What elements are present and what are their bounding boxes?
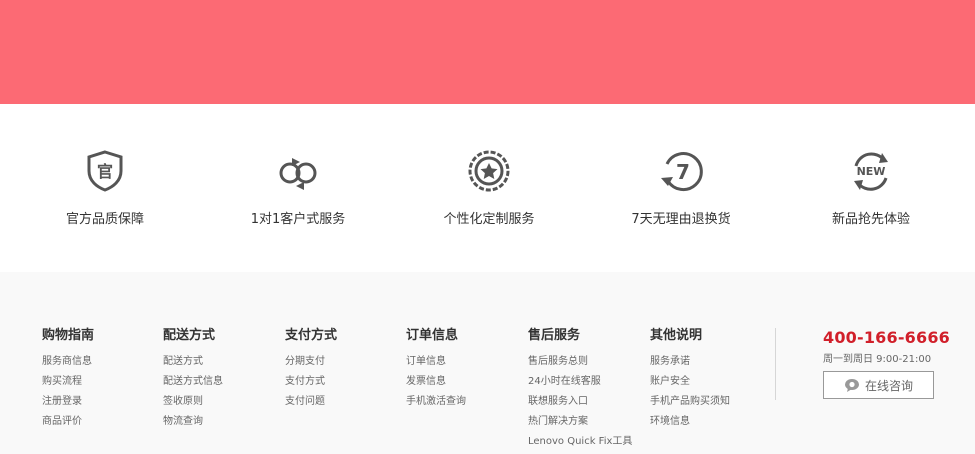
footer-link[interactable]: 服务商信息 <box>42 352 94 372</box>
svg-text:NEW: NEW <box>857 165 886 178</box>
top-banner <box>0 0 975 104</box>
service-features: 官 官方品质保障 1对1客户式服务 个性化定制服务 7 7天无理由退换货 NEW… <box>0 104 975 272</box>
chat-bubble-icon <box>844 379 859 392</box>
feature-label: 新品抢先体验 <box>831 212 910 227</box>
footer-link[interactable]: 订单信息 <box>406 352 466 372</box>
footer-link[interactable]: 支付问题 <box>285 392 337 412</box>
footer-link[interactable]: 发票信息 <box>406 372 466 392</box>
seven-day-return-icon: 7 <box>661 152 703 192</box>
feature-label: 7天无理由退换货 <box>631 212 731 227</box>
footer-link[interactable]: 购买流程 <box>42 372 94 392</box>
footer-col-title: 支付方式 <box>285 328 338 343</box>
footer-col-title: 购物指南 <box>42 328 95 343</box>
footer-link[interactable]: 签收原则 <box>163 392 223 412</box>
footer-col-after-sales: 售后服务 售后服务总则 24小时在线客服 联想服务入口 热门解决方案 Lenov… <box>528 324 632 452</box>
feature-label: 官方品质保障 <box>65 212 144 227</box>
feature-seven-day-return: 7 7天无理由退换货 <box>606 148 756 227</box>
footer-col-order-info: 订单信息 订单信息 发票信息 手机激活查询 <box>406 324 466 412</box>
footer-col-title: 其他说明 <box>650 328 703 343</box>
footer-link[interactable]: Lenovo Quick Fix工具 <box>528 432 632 452</box>
footer-link[interactable]: 支付方式 <box>285 372 337 392</box>
online-consult-label: 在线咨询 <box>864 378 913 393</box>
feature-label: 个性化定制服务 <box>443 212 535 227</box>
footer-link[interactable]: 商品评价 <box>42 412 94 432</box>
footer-col-delivery: 配送方式 配送方式 配送方式信息 签收原则 物流查询 <box>163 324 223 432</box>
service-hours: 周一到周日 9:00-21:00 <box>823 354 932 365</box>
footer-link[interactable]: 分期支付 <box>285 352 337 372</box>
feature-one-on-one: 1对1客户式服务 <box>223 148 373 227</box>
footer-link[interactable]: 物流查询 <box>163 412 223 432</box>
custom-star-badge-icon <box>468 150 510 192</box>
contact-panel: 400-166-6666 周一到周日 9:00-21:00 在线咨询 <box>823 328 953 399</box>
footer-col-title: 配送方式 <box>163 328 216 343</box>
footer-col-other: 其他说明 服务承诺 账户安全 手机产品购买须知 环境信息 <box>650 324 730 432</box>
footer-col-title: 售后服务 <box>528 328 581 343</box>
feature-official-quality: 官 官方品质保障 <box>30 148 180 227</box>
footer-col-title: 订单信息 <box>406 328 459 343</box>
feature-label: 1对1客户式服务 <box>250 212 346 227</box>
footer-col-shopping-guide: 购物指南 服务商信息 购买流程 注册登录 商品评价 <box>42 324 94 432</box>
svg-text:7: 7 <box>676 160 690 184</box>
feature-customization: 个性化定制服务 <box>414 148 564 227</box>
footer-col-payment: 支付方式 分期支付 支付方式 支付问题 <box>285 324 337 412</box>
new-product-icon: NEW <box>854 152 888 191</box>
footer-link[interactable]: 服务承诺 <box>650 352 730 372</box>
footer-link[interactable]: 环境信息 <box>650 412 730 432</box>
footer: 购物指南 服务商信息 购买流程 注册登录 商品评价 配送方式 配送方式 配送方式… <box>0 272 975 454</box>
footer-link[interactable]: 售后服务总则 <box>528 352 632 372</box>
footer-link[interactable]: 配送方式 <box>163 352 223 372</box>
footer-link[interactable]: 账户安全 <box>650 372 730 392</box>
one-on-one-icon <box>279 158 317 190</box>
footer-link[interactable]: 热门解决方案 <box>528 412 632 432</box>
hotline-number: 400-166-6666 <box>823 328 951 347</box>
svg-text:官: 官 <box>97 162 113 181</box>
footer-link[interactable]: 注册登录 <box>42 392 94 412</box>
footer-link[interactable]: 手机激活查询 <box>406 392 466 412</box>
feature-new-product: NEW 新品抢先体验 <box>796 148 946 227</box>
official-shield-icon: 官 <box>87 150 123 192</box>
footer-link[interactable]: 24小时在线客服 <box>528 372 632 392</box>
footer-divider <box>775 328 776 400</box>
footer-link[interactable]: 联想服务入口 <box>528 392 632 412</box>
footer-link[interactable]: 配送方式信息 <box>163 372 223 392</box>
footer-link[interactable]: 手机产品购买须知 <box>650 392 730 412</box>
online-consult-button[interactable]: 在线咨询 <box>823 371 934 399</box>
